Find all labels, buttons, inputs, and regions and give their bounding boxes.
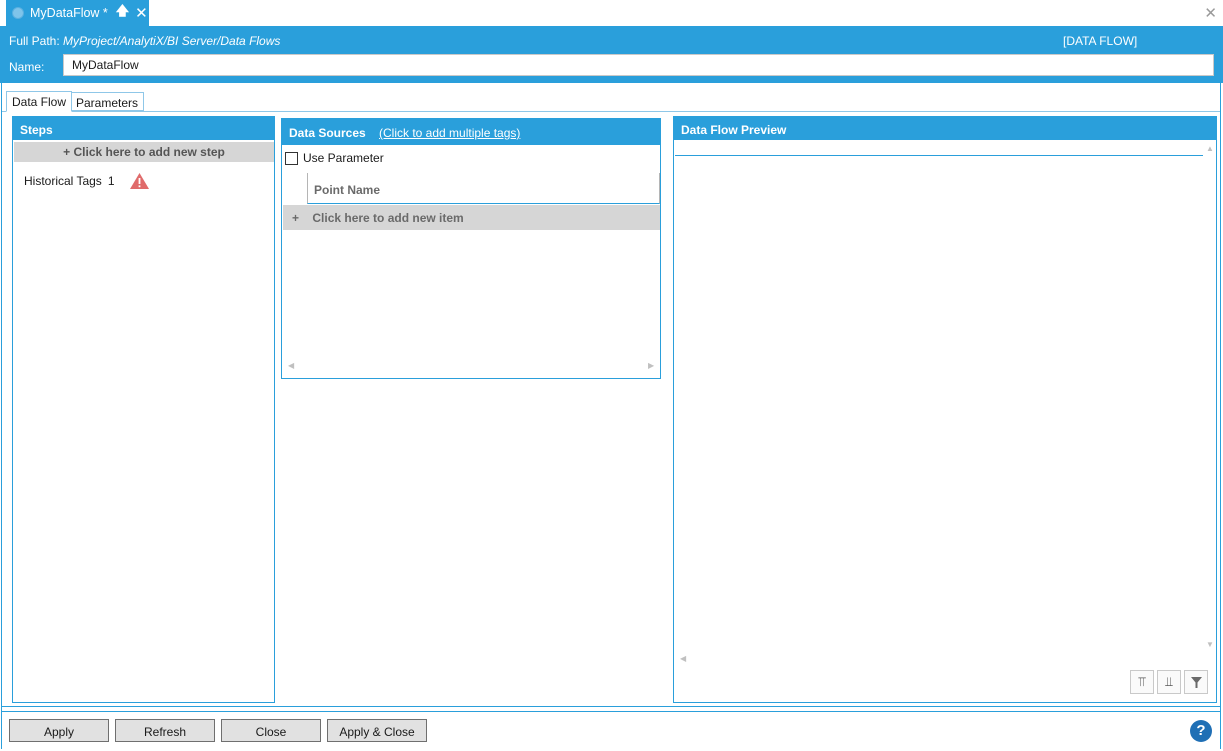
steps-panel: Steps + Click here to add new step Histo… xyxy=(12,116,275,703)
apply-and-close-button[interactable]: Apply & Close xyxy=(327,719,427,742)
steps-title: Steps xyxy=(13,117,274,140)
window-close-icon[interactable]: ✕ xyxy=(1204,4,1217,22)
add-item-label: Click here to add new item xyxy=(312,211,464,225)
footer-divider xyxy=(2,706,1220,707)
full-path-value: MyProject/AnalytiX/BI Server/Data Flows xyxy=(63,34,281,48)
preview-title: Data Flow Preview xyxy=(674,117,1216,140)
add-step-button[interactable]: + Click here to add new step xyxy=(14,142,274,162)
item-kind-label: [DATA FLOW] xyxy=(1063,34,1138,48)
scroll-down-icon[interactable]: ▼ xyxy=(1206,640,1214,649)
help-icon[interactable]: ? xyxy=(1190,720,1212,742)
footer-divider-inner xyxy=(2,711,1220,712)
scroll-left-icon[interactable]: ◀ xyxy=(288,361,294,370)
document-tab-strip: MyDataFlow * 🡅 ✕ ✕ xyxy=(0,0,1223,26)
data-flow-preview-panel: Data Flow Preview ▲ ▼ ◀ ⫪ ⫫ xyxy=(673,116,1217,703)
grid-column-header[interactable]: Point Name xyxy=(307,173,660,204)
name-input[interactable] xyxy=(63,54,1214,76)
pin-up-arrow-icon[interactable]: 🡅 xyxy=(116,2,129,24)
checkbox-box[interactable] xyxy=(285,151,298,165)
full-path-label: Full Path: xyxy=(9,34,60,48)
column-add-icon[interactable]: ⫪ xyxy=(1130,670,1154,694)
use-parameter-label: Use Parameter xyxy=(303,151,384,165)
tab-data-flow[interactable]: Data Flow xyxy=(6,91,73,112)
step-count: 1 xyxy=(107,174,115,188)
data-flow-editor: MyDataFlow * 🡅 ✕ ✕ Full Path: MyProject/… xyxy=(0,0,1223,751)
document-tab[interactable]: MyDataFlow * 🡅 ✕ xyxy=(6,0,149,26)
apply-button[interactable]: Apply xyxy=(9,719,109,742)
tab-divider xyxy=(2,111,1220,112)
document-tab-title: MyDataFlow * xyxy=(30,6,108,20)
header-bar: Full Path: MyProject/AnalytiX/BI Server/… xyxy=(0,26,1223,83)
point-name-header: Point Name xyxy=(314,183,381,197)
warning-icon xyxy=(129,173,149,189)
scroll-left-icon[interactable]: ◀ xyxy=(680,654,686,663)
data-sources-panel: Data Sources (Click to add multiple tags… xyxy=(281,118,661,379)
column-remove-icon[interactable]: ⫫ xyxy=(1157,670,1181,694)
plus-icon: + xyxy=(292,211,300,225)
step-item[interactable]: Historical Tags 1 xyxy=(24,172,150,190)
data-sources-title: Data Sources xyxy=(289,126,366,140)
scroll-up-icon[interactable]: ▲ xyxy=(1206,144,1214,153)
refresh-button[interactable]: Refresh xyxy=(115,719,215,742)
tab-close-icon[interactable]: ✕ xyxy=(135,4,148,22)
scroll-right-icon[interactable]: ▶ xyxy=(648,361,654,370)
tab-parameters[interactable]: Parameters xyxy=(70,92,145,111)
close-button[interactable]: Close xyxy=(221,719,321,742)
name-label: Name: xyxy=(9,60,45,74)
dataflow-icon xyxy=(12,7,24,19)
preview-grid-header-line xyxy=(675,155,1203,156)
add-item-button[interactable]: + Click here to add new item xyxy=(283,205,660,230)
data-sources-header: Data Sources (Click to add multiple tags… xyxy=(282,119,660,145)
step-label: Historical Tags xyxy=(24,174,102,188)
use-parameter-checkbox[interactable]: Use Parameter xyxy=(285,151,384,165)
filter-icon[interactable] xyxy=(1184,670,1208,694)
add-multiple-tags-link[interactable]: (Click to add multiple tags) xyxy=(379,126,520,140)
